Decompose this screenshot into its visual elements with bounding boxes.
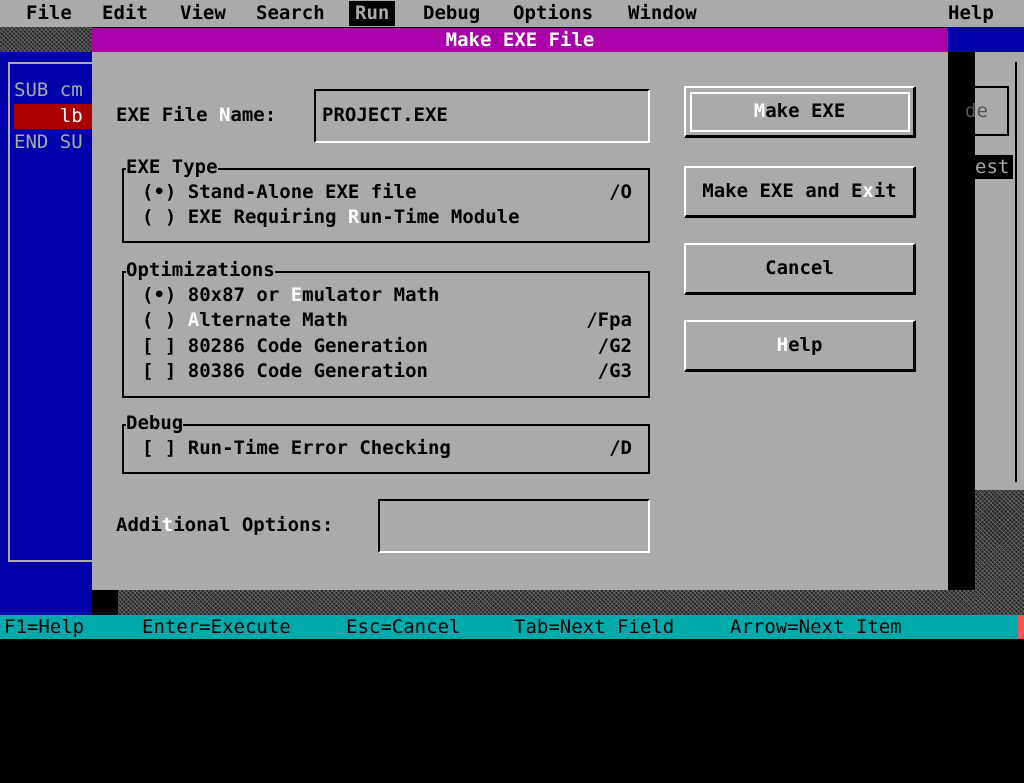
option-hot: E [290,284,303,306]
option-mark: [ ] [142,360,177,382]
option-pre [176,309,187,331]
exe-name-label: EXE File Name: [116,104,277,126]
code-line[interactable]: SUB cm [14,78,83,103]
shadow [0,27,92,52]
option-pre: 80286 Code Generation [176,335,428,357]
option-post: un-Time Module [359,206,520,228]
option-switch: /Fpa [586,309,632,331]
optimizations-title: Optimizations [126,258,275,283]
status-f1-help: F1=Help [4,616,85,638]
checkbox-debug[interactable]: [ ] Run-Time Error Checking/D [142,436,632,461]
option-switch: /G2 [597,335,632,357]
option-hot: A [187,309,200,331]
option-hot: R [347,206,360,228]
help-button[interactable]: Help [684,320,916,372]
dialog-shadow-right [948,52,975,615]
option-pre: 80386 Code Generation [176,360,428,382]
status-bar: F1=Help Enter=Execute Esc=Cancel Tab=Nex… [0,615,1024,639]
radio-optimizations[interactable]: (•) 80x87 or Emulator Math [142,283,632,308]
option-switch: /O [609,181,632,203]
option-post: lternate Math [199,309,348,331]
radio-exe_type[interactable]: ( ) EXE Requiring Run-Time Module [142,205,632,230]
background-strip [948,27,1024,52]
code-line-highlighted[interactable]: lb [14,104,94,129]
dialog-shadow-bottom [118,590,975,615]
make-exe-and-exit-button[interactable]: Make EXE and Exit [684,166,916,218]
menu-debug[interactable]: Debug [417,1,486,26]
additional-options-input[interactable] [378,499,650,553]
checkbox-optimizations[interactable]: [ ] 80386 Code Generation/G3 [142,359,632,384]
radio-exe_type[interactable]: (•) Stand-Alone EXE file/O [142,180,632,205]
option-mark: [ ] [142,437,177,459]
option-post: mulator Math [302,284,440,306]
code-line[interactable]: END SU [14,130,83,155]
additional-options-label: Additional Options: [116,514,334,536]
menu-file[interactable]: File [20,1,78,26]
make-exe-dialog: Make EXE File EXE File Name: PROJECT.EXE… [92,28,948,590]
make-exe-button[interactable]: Make EXE [684,86,916,138]
option-mark: (•) [142,284,177,306]
menu-search[interactable]: Search [250,1,331,26]
radio-optimizations[interactable]: ( ) Alternate Math/Fpa [142,308,632,333]
option-pre: Run-Time Error Checking [176,437,451,459]
option-pre: EXE Requiring [176,206,348,228]
menu-bar: File Edit View Search Run Debug Options … [0,0,1024,27]
menu-edit[interactable]: Edit [96,1,154,26]
status-marker [1018,615,1024,639]
option-mark: ( ) [142,206,177,228]
status-enter: Enter=Execute [142,616,291,638]
menu-window[interactable]: Window [622,1,703,26]
editor-window: SUB cm lb END SU [0,52,98,590]
menu-view[interactable]: View [174,1,232,26]
exe-name-input[interactable]: PROJECT.EXE [314,89,650,143]
option-pre: 80x87 or [176,284,291,306]
option-mark: [ ] [142,335,177,357]
exe-name-value: PROJECT.EXE [322,104,448,126]
option-switch: /D [609,437,632,459]
cancel-button[interactable]: Cancel [684,243,916,295]
checkbox-optimizations[interactable]: [ ] 80286 Code Generation/G2 [142,334,632,359]
menu-options[interactable]: Options [507,1,599,26]
option-switch: /G3 [597,360,632,382]
status-arrow: Arrow=Next Item [730,616,902,638]
menu-run[interactable]: Run [349,1,396,26]
status-tab: Tab=Next Field [514,616,675,638]
option-mark: (•) [142,181,177,203]
background-button: de [965,86,1009,136]
status-esc: Esc=Cancel [346,616,461,638]
background-highlight: est) [975,155,1021,179]
debug-title: Debug [126,411,184,436]
option-pre: Stand-Alone EXE file [176,181,417,203]
exe-type-title: EXE Type [126,155,218,180]
background-frame [1015,62,1017,482]
dialog-title: Make EXE File [92,28,948,52]
editor-bottom [0,590,92,615]
shadow [975,490,1024,615]
menu-help[interactable]: Help [942,1,1000,26]
background-window: de est) [965,52,1024,490]
option-mark: ( ) [142,309,177,331]
